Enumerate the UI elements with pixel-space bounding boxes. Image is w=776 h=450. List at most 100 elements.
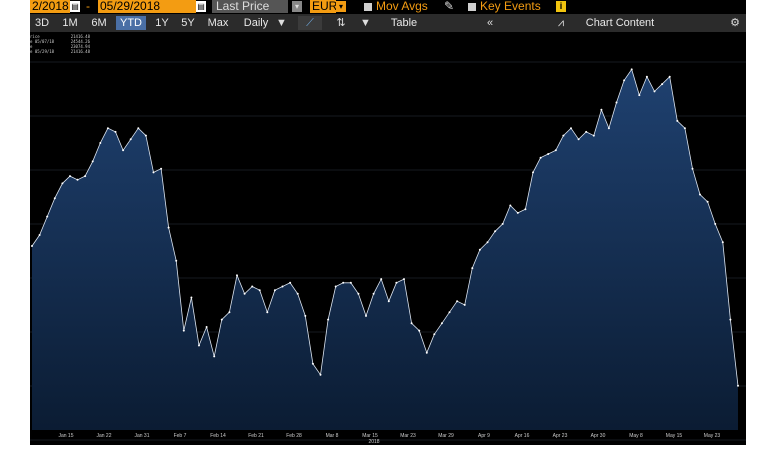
price-point (387, 300, 390, 303)
price-point (198, 344, 200, 347)
pencil-icon[interactable]: ✎ (444, 0, 454, 13)
key-events-checkbox[interactable] (468, 3, 476, 11)
price-point (418, 329, 421, 332)
x-tick-label: Mar 8 (326, 433, 339, 439)
price-point (304, 314, 307, 317)
x-tick-label: Jan 31 (134, 433, 149, 439)
price-point (471, 267, 474, 270)
price-point (668, 75, 671, 78)
legend-row: e 05/29/18 21416.48 (30, 49, 90, 54)
dropdown-arrow-icon[interactable]: ▼ (276, 16, 287, 30)
price-point (152, 171, 155, 174)
price-point (562, 134, 565, 137)
chart-content-button[interactable]: Chart Content (580, 16, 660, 30)
price-point (236, 274, 238, 277)
price-point (395, 281, 398, 284)
line-chart-icon[interactable]: ⟋ (298, 16, 322, 30)
price-point (205, 326, 208, 328)
price-point (403, 278, 405, 281)
gear-icon[interactable]: ⚙ (728, 16, 742, 30)
double-chevron-left-icon[interactable]: « (482, 16, 498, 30)
chart-window: 2/2018 ▤ - 05/29/2018 ▤ Last Price ▾ EUR… (0, 0, 776, 445)
x-tick-label: Apr 23 (553, 433, 568, 439)
calendar-icon[interactable]: ▤ (70, 1, 80, 12)
price-point (182, 329, 185, 332)
price-point (486, 241, 489, 244)
price-point (661, 83, 664, 86)
table-button[interactable]: Table (386, 16, 422, 30)
dropdown-arrow-icon[interactable]: ▾ (292, 1, 302, 12)
range-1m-button[interactable]: 1M (60, 16, 80, 30)
price-chart-plot: Jan 15 Jan 22 Jan 31 Feb 7 Feb 14 Feb 21 Feb 2… (30, 61, 746, 445)
chart-toolbar: 3D 1M 6M YTD 1Y 5Y Max Daily ▼ ⟋ ⇅ ▼ Tab… (30, 14, 746, 32)
range-3d-button[interactable]: 3D (32, 16, 52, 30)
end-date-field[interactable]: 05/29/2018 (98, 0, 196, 13)
price-point (456, 300, 459, 303)
range-1y-button[interactable]: 1Y (152, 16, 172, 30)
dropdown-arrow-icon[interactable]: ▾ (336, 1, 346, 12)
price-point (327, 318, 330, 321)
price-point (547, 153, 550, 155)
x-tick-label: Feb 28 (286, 433, 302, 439)
price-point (69, 175, 71, 178)
price-point (137, 127, 140, 130)
mov-avgs-checkbox[interactable] (364, 3, 372, 11)
x-tick-label: May 23 (704, 433, 721, 439)
x-tick-label: Mar 29 (438, 433, 454, 439)
price-point (273, 289, 276, 292)
range-max-button[interactable]: Max (205, 16, 231, 30)
range-ytd-button[interactable]: YTD (116, 16, 146, 30)
x-tick-label: Apr 9 (478, 433, 490, 439)
price-field-select[interactable]: Last Price (212, 0, 288, 13)
price-point (600, 108, 603, 111)
start-date-field[interactable]: 2/2018 (30, 0, 70, 13)
top-control-bar: 2/2018 ▤ - 05/29/2018 ▤ Last Price ▾ EUR… (30, 0, 746, 14)
price-point (281, 285, 284, 288)
price-point (554, 149, 557, 152)
price-point (645, 75, 648, 78)
price-point (160, 167, 163, 170)
price-point (676, 119, 679, 122)
price-point (144, 134, 147, 137)
price-point (577, 138, 580, 141)
currency-select[interactable]: EUR (310, 0, 336, 13)
price-point (516, 211, 519, 214)
price-point (532, 171, 534, 174)
price-point (167, 226, 170, 229)
key-events-label[interactable]: Key Events (480, 0, 541, 13)
range-6m-button[interactable]: 6M (88, 16, 110, 30)
price-point (623, 79, 626, 82)
price-point (539, 156, 542, 159)
price-point (706, 200, 709, 203)
dropdown-arrow-icon[interactable]: ▼ (360, 16, 371, 30)
price-point (319, 373, 322, 376)
price-point (607, 127, 610, 130)
price-area (32, 69, 738, 431)
range-5y-button[interactable]: 5Y (178, 16, 198, 30)
price-point (630, 68, 633, 71)
price-point (478, 248, 481, 251)
price-point (175, 259, 178, 262)
price-point (638, 94, 641, 97)
compare-icon[interactable]: ⇅ (334, 16, 348, 30)
info-icon[interactable]: i (556, 1, 566, 12)
price-point (46, 215, 49, 218)
chart-content-icon[interactable]: ⩘ (554, 16, 568, 30)
calendar-icon[interactable]: ▤ (196, 1, 206, 12)
x-tick-label: Apr 16 (515, 433, 530, 439)
x-tick-label: Feb 21 (248, 433, 264, 439)
x-tick-label: May 8 (629, 433, 643, 439)
mov-avgs-label[interactable]: Mov Avgs (376, 0, 428, 13)
price-point (296, 292, 299, 295)
price-point (228, 311, 231, 314)
period-select[interactable]: Daily (236, 16, 276, 30)
chart-legend: rice 21416.48 e 05/07/18 24544.26 e 2307… (30, 34, 90, 54)
x-tick-label: Jan 22 (96, 433, 111, 439)
price-point (289, 281, 292, 284)
price-point (190, 296, 193, 299)
x-tick-label: Apr 30 (591, 433, 606, 439)
price-chart[interactable]: Jan 15 Jan 22 Jan 31 Feb 7 Feb 14 Feb 21 Feb 2… (30, 32, 746, 445)
price-point (425, 351, 428, 354)
price-point (38, 234, 41, 236)
price-point (494, 230, 497, 233)
